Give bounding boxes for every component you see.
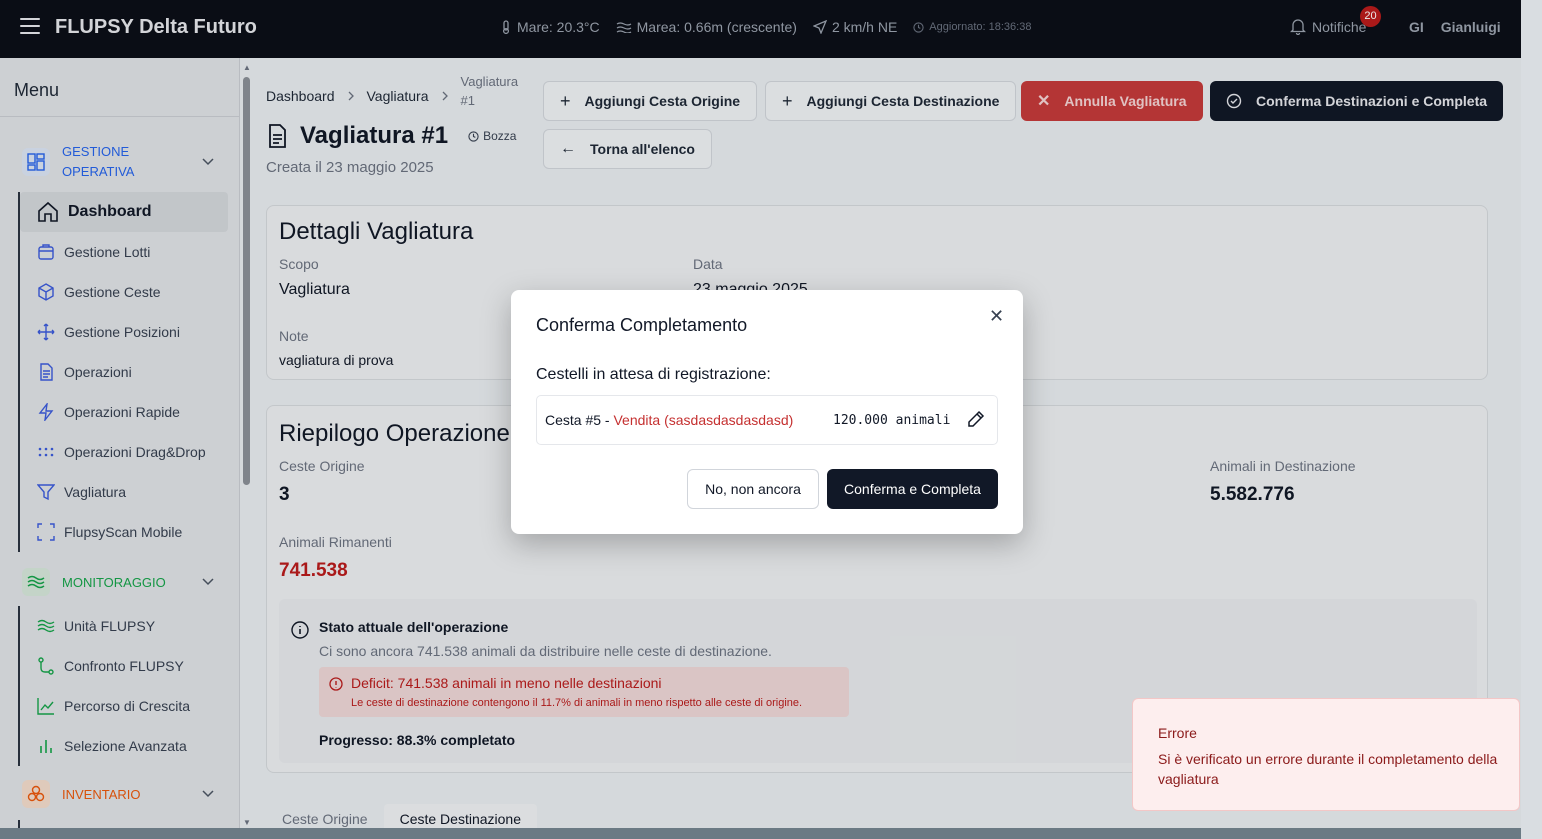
basket-id: Cesta #5 - <box>545 412 614 428</box>
error-toast: Errore Si è verificato un errore durante… <box>1132 698 1520 811</box>
bottom-bar <box>0 828 1521 839</box>
confirm-and-complete-button[interactable]: Conferma e Completa <box>827 469 998 509</box>
dialog-title: Conferma Completamento <box>536 315 748 335</box>
basket-count: 120.000 animali <box>833 412 951 428</box>
page-scrollbar[interactable] <box>1521 0 1542 839</box>
toast-message: Si è verificato un errore durante il com… <box>1158 751 1498 787</box>
confirm-dialog: Conferma Completamento ✕ Cestelli in att… <box>511 290 1023 534</box>
toast-title: Errore <box>1158 725 1197 741</box>
not-yet-button[interactable]: No, non ancora <box>687 469 819 509</box>
basket-destination: Vendita (sasdasdasdasdasd) <box>613 412 794 428</box>
pencil-icon[interactable] <box>967 410 985 428</box>
pending-basket-row: Cesta #5 - Vendita (sasdasdasdasdasd) 12… <box>536 395 998 445</box>
close-icon[interactable]: ✕ <box>989 306 1004 327</box>
dialog-subtitle: Cestelli in attesa di registrazione: <box>536 366 771 383</box>
